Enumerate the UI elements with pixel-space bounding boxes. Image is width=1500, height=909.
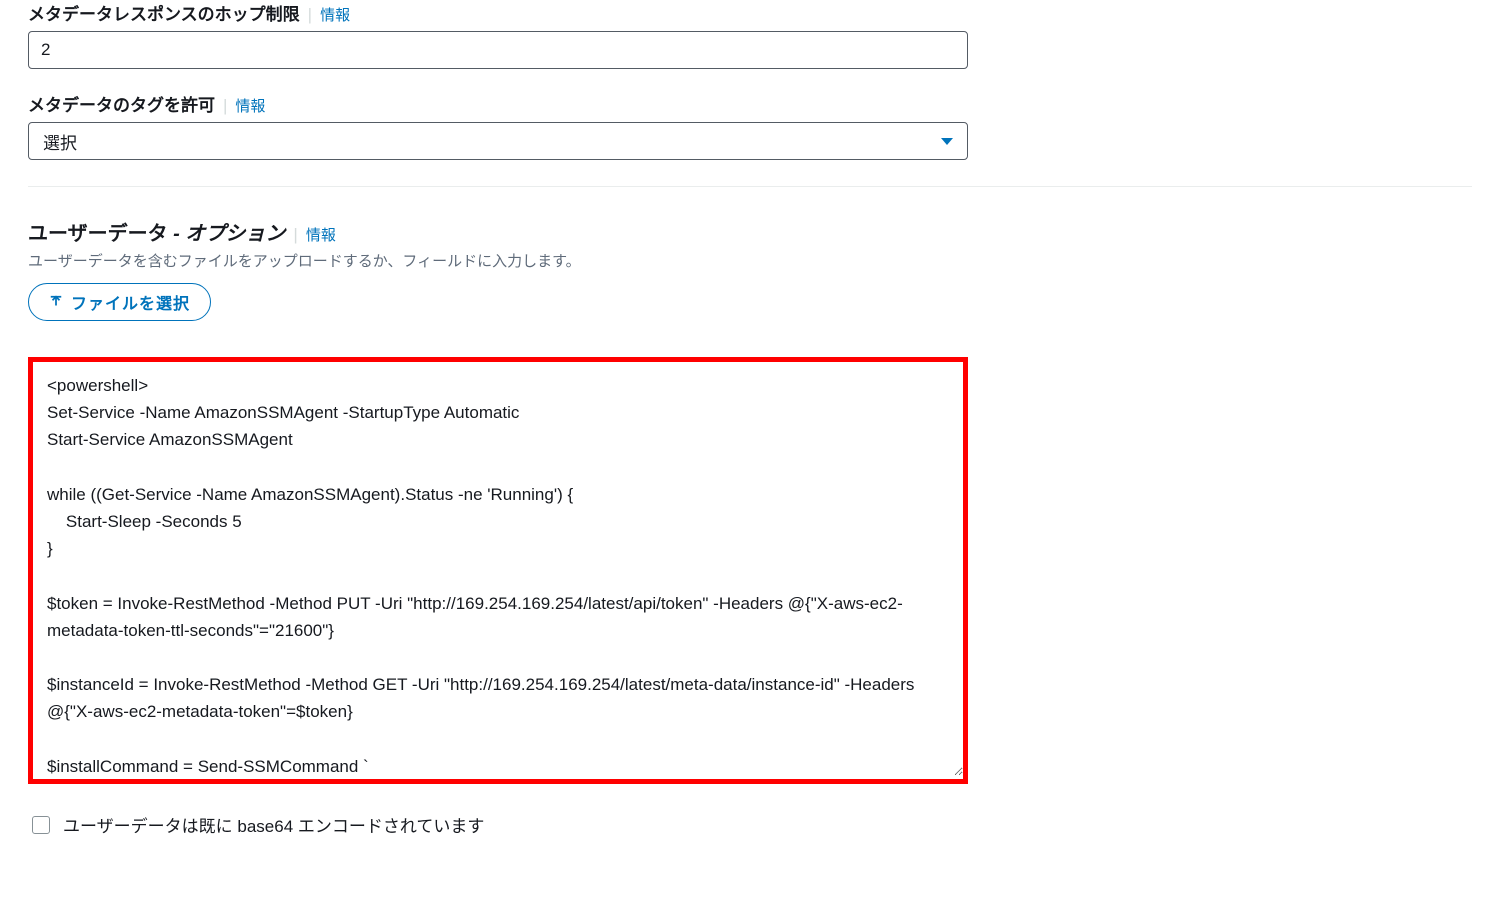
user-data-help-text: ユーザーデータを含むファイルをアップロードするか、フィールドに入力します。 (28, 250, 1472, 271)
choose-file-label: ファイルを選択 (71, 290, 190, 314)
user-data-optional: - オプション (168, 223, 286, 245)
user-data-info-link[interactable]: 情報 (306, 224, 336, 245)
user-data-title-text: ユーザーデータ (28, 223, 168, 245)
user-data-highlight-frame (28, 357, 968, 784)
user-data-title-row: ユーザーデータ - オプション | 情報 (28, 217, 1472, 246)
allow-tags-label: メタデータのタグを許可 (28, 91, 215, 116)
base64-checkbox[interactable] (32, 816, 50, 834)
allow-tags-selected-value: 選択 (43, 129, 77, 154)
allow-tags-field: メタデータのタグを許可 | 情報 選択 (28, 91, 1472, 160)
label-divider: | (308, 5, 312, 25)
section-divider (28, 186, 1472, 187)
allow-tags-info-link[interactable]: 情報 (235, 95, 265, 116)
label-divider: | (223, 96, 227, 116)
user-data-textarea[interactable] (33, 362, 963, 776)
base64-checkbox-row: ユーザーデータは既に base64 エンコードされています (28, 812, 1472, 837)
chevron-down-icon (941, 138, 953, 145)
hop-limit-input[interactable] (28, 31, 968, 69)
base64-checkbox-label: ユーザーデータは既に base64 エンコードされています (63, 812, 484, 837)
allow-tags-select[interactable]: 選択 (28, 122, 968, 160)
hop-limit-info-link[interactable]: 情報 (320, 4, 350, 25)
hop-limit-label: メタデータレスポンスのホップ制限 (28, 0, 300, 25)
label-divider: | (293, 225, 297, 245)
hop-limit-field: メタデータレスポンスのホップ制限 | 情報 (28, 0, 1472, 69)
user-data-title: ユーザーデータ - オプション (28, 217, 285, 246)
allow-tags-label-row: メタデータのタグを許可 | 情報 (28, 91, 1472, 116)
hop-limit-label-row: メタデータレスポンスのホップ制限 | 情報 (28, 0, 1472, 25)
upload-icon (49, 295, 63, 309)
choose-file-button[interactable]: ファイルを選択 (28, 283, 211, 321)
